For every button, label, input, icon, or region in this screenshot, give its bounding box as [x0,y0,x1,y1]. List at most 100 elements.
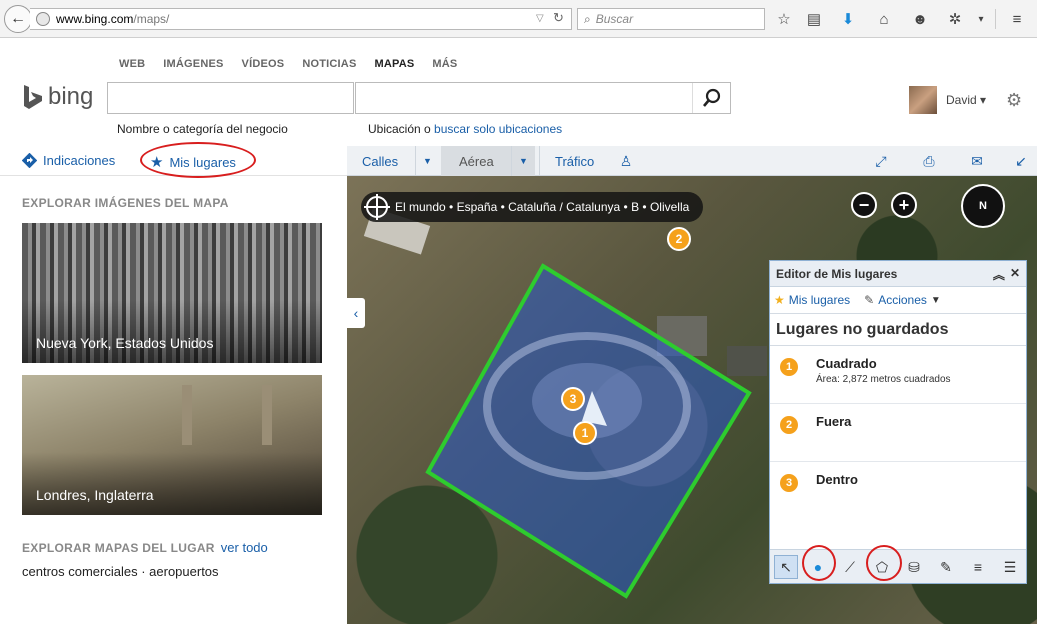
explore-image-caption: Nueva York, Estados Unidos [36,335,214,351]
nav-web[interactable]: WEB [119,58,145,70]
map-marker-fuera[interactable]: 2 [667,227,691,251]
edit-style-tool[interactable]: ✎ [934,555,958,579]
draw-line-tool[interactable]: ⟋ [838,555,862,579]
list-item[interactable]: 3 Dentro [770,462,1026,520]
locate-target-icon[interactable] [364,194,390,220]
back-button[interactable]: ← [4,5,32,33]
polyline-icon: ⟋ [845,558,855,575]
dashed-lines-icon: ☰ [1003,558,1017,575]
menu-actions[interactable]: ✎ Acciones ▼ [864,293,941,307]
logo-text: bing [48,83,94,110]
email-icon[interactable]: ✉ [968,152,986,170]
line-style-tool[interactable]: ☰ [998,555,1022,579]
aerial-dropdown[interactable]: ▼ [511,146,535,176]
location-breadcrumb[interactable]: El mundo • España • Cataluña / Catalunya… [361,192,704,222]
home-icon[interactable]: ⌂ [875,10,893,28]
bing-logo[interactable]: bing [22,83,93,111]
reload-icon[interactable]: ↻ [553,10,564,26]
list-item[interactable]: 1 Cuadrado Área: 2,872 metros cuadrados [770,346,1026,404]
explore-image-caption: Londres, Inglaterra [36,487,154,503]
explore-maps-links[interactable]: centros comerciales · aeropuertos [22,564,219,579]
zoom-out-button[interactable]: − [851,192,877,218]
explore-image-new-york[interactable]: Nueva York, Estados Unidos [22,223,322,363]
share-arrow-icon[interactable]: ↙ [1012,152,1030,170]
map-marker-dentro[interactable]: 3 [561,387,585,411]
fullscreen-icon[interactable]: ⤢ [872,152,890,170]
locations-only-link[interactable]: buscar solo ubicaciones [434,122,562,136]
editor-controls: ︽ ✕ [993,266,1020,283]
menu-icon[interactable]: ≡ [1008,10,1026,28]
see-all-link[interactable]: ver todo [221,540,268,555]
tab-traffic[interactable]: Tráfico [539,146,609,176]
map-canvas[interactable]: El mundo • España • Cataluña / Catalunya… [347,176,1037,624]
browser-toolbar: ← www.bing.com/maps/ ▽ ↻ ⌕ Buscar ☆ ▤ ⬇ … [0,0,1037,38]
location-search-input[interactable] [355,82,731,114]
compass-icon[interactable]: N [961,184,1005,228]
menu-my-places-label: Mis lugares [788,293,851,307]
explore-maps-title-text: EXPLORAR MAPAS DEL LUGAR [22,541,215,555]
place-name[interactable]: Dentro [816,472,858,487]
collapse-icon[interactable]: ︽ [993,266,1005,283]
bug-icon[interactable]: ✲ [946,10,964,28]
place-detail: Área: 2,872 metros cuadrados [816,374,951,385]
nav-videos[interactable]: VÍDEOS [242,58,285,70]
chat-icon[interactable]: ☻ [911,10,929,28]
dropdown-arrow-icon[interactable]: ▽ [536,13,544,24]
nav-images[interactable]: IMÁGENES [163,58,223,70]
pointer-icon: ↖ [780,558,792,575]
explore-images-title: EXPLORAR IMÁGENES DEL MAPA [22,196,229,210]
explore-image-london[interactable]: Londres, Inglaterra [22,375,322,515]
url-bar[interactable]: www.bing.com/maps/ [30,8,572,30]
select-pointer-tool[interactable]: ↖ [774,555,798,579]
editor-title: Editor de Mis lugares [776,266,898,281]
streetside-person-icon[interactable]: ♙ [617,152,635,170]
tab-streets[interactable]: Calles [347,146,413,176]
reading-list-icon[interactable]: ▤ [805,10,823,28]
tab-directions-label: Indicaciones [43,153,116,168]
explore-maps-title: EXPLORAR MAPAS DEL LUGAR ver todo [22,540,268,555]
bing-logo-icon [24,85,42,109]
line-weight-icon: ≡ [973,559,983,575]
close-icon[interactable]: ✕ [1010,266,1020,283]
arrow-left-icon: ← [10,10,26,27]
user-menu[interactable]: David ▾ [946,93,986,107]
pencil-icon: ✎ [940,558,952,575]
nav-news[interactable]: NOTICIAS [302,58,356,70]
place-name[interactable]: Cuadrado [816,356,877,371]
chevron-down-icon: ▼ [930,294,941,306]
map-marker-cuadrado[interactable]: 1 [573,421,597,445]
tab-aerial[interactable]: Aérea [441,146,513,176]
nav-more[interactable]: MÁS [432,58,457,70]
list-item[interactable]: 2 Fuera [770,404,1026,462]
location-hint: Ubicación o buscar solo ubicaciones [368,122,562,136]
menu-my-places[interactable]: ★ Mis lugares [774,293,850,307]
search-placeholder: Buscar [595,12,634,26]
url-path: /maps/ [133,12,170,26]
bookmark-star-icon[interactable]: ☆ [775,10,793,28]
collapse-panel-button[interactable]: ‹ [347,298,365,328]
url-host: www.bing.com [56,12,134,26]
download-icon[interactable]: ⬇ [839,10,857,28]
browser-search-input[interactable]: ⌕ Buscar [577,8,765,30]
chevron-down-icon: ▼ [423,156,432,166]
place-name[interactable]: Fuera [816,414,851,429]
dropdown-arrow-icon[interactable]: ▾ [972,10,990,28]
my-places-editor: Editor de Mis lugares ︽ ✕ ★ Mis lugares … [769,260,1027,584]
nav-maps[interactable]: MAPAS [374,58,414,70]
zoom-in-button[interactable]: + [891,192,917,218]
fill-style-tool[interactable]: ⛁ [902,555,926,579]
search-button[interactable] [692,83,730,113]
avatar[interactable] [909,86,937,114]
tab-directions[interactable]: Indicaciones [22,153,115,168]
highlight-ring [866,545,902,581]
editor-header: Editor de Mis lugares ︽ ✕ [770,261,1026,287]
highlight-ring [140,142,256,178]
chevron-down-icon: ▼ [519,156,528,166]
streets-dropdown[interactable]: ▼ [415,146,439,176]
compass-label: N [979,200,987,212]
chevron-left-icon: ‹ [353,305,359,321]
gear-icon[interactable]: ⚙ [1006,90,1022,111]
line-width-tool[interactable]: ≡ [966,555,990,579]
print-icon[interactable]: ⎙ [920,152,938,170]
business-search-input[interactable] [107,82,354,114]
